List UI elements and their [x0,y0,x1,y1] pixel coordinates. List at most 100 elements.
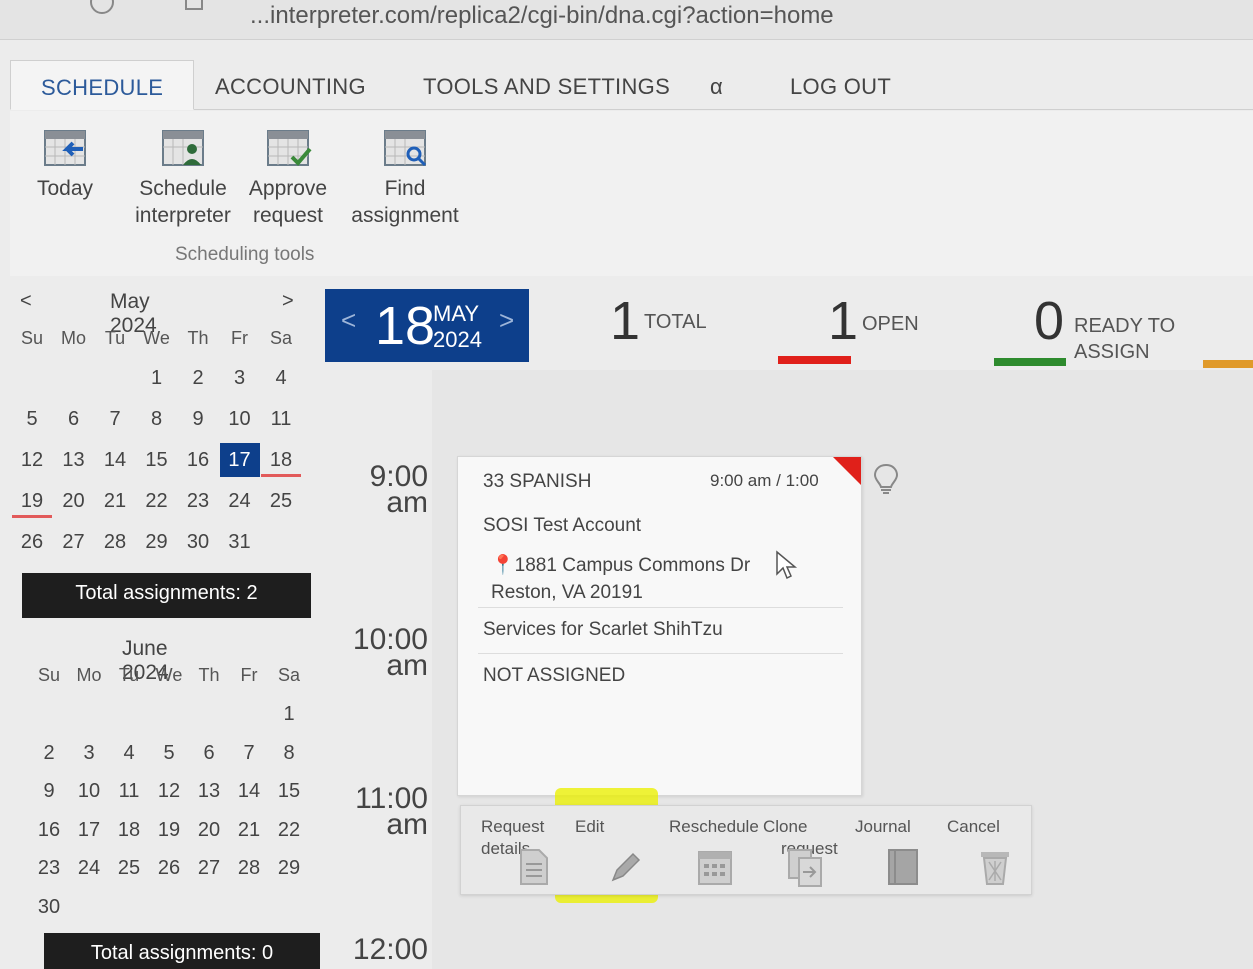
calendar-day[interactable]: 10 [220,402,260,436]
browser-url-bar[interactable]: ...interpreter.com/replica2/cgi-bin/dna.… [0,0,1253,40]
edit-label: Edit [575,817,605,836]
calendar-day[interactable]: 5 [12,402,52,436]
prev-day-button[interactable]: < [341,305,356,336]
calendar-day[interactable]: 3 [220,361,260,395]
calendar-day[interactable]: 12 [149,774,189,808]
calendar-day[interactable]: 17 [219,443,260,477]
calendar-day[interactable]: 14 [95,443,135,477]
journal-button[interactable]: Journal [855,806,925,894]
calendar-day[interactable]: 4 [261,361,301,395]
calendar-dow: Th [187,328,209,348]
calendar-day[interactable]: 7 [95,402,135,436]
calendar-day[interactable]: 2 [29,736,69,770]
today-button[interactable]: Today [32,127,98,202]
calendar-day[interactable]: 28 [229,851,269,885]
calendar-day[interactable]: 22 [269,813,309,847]
calendar-day[interactable]: 24 [69,851,109,885]
calendar-day[interactable]: 11 [109,774,149,808]
url-text[interactable]: ...interpreter.com/replica2/cgi-bin/dna.… [250,2,834,29]
find-assignment-button[interactable]: Find assignment [350,127,460,229]
calendar-day[interactable]: 26 [12,525,52,559]
calendar-day[interactable]: 27 [189,851,229,885]
calendar-day[interactable]: 29 [137,525,177,559]
assignment-title: 33 SPANISH [483,471,592,492]
clone-request-button[interactable]: Clone request [763,806,843,894]
calendar-day[interactable]: 8 [137,402,177,436]
calendar-day[interactable]: 16 [178,443,218,477]
calendar-day[interactable]: 6 [54,402,94,436]
assignment-card[interactable]: 33 SPANISH 9:00 am / 1:00 SOSI Test Acco… [457,456,862,796]
assignment-address-line2: Reston, VA 20191 [491,582,643,603]
approve-request-button[interactable]: Approve request [246,127,330,229]
calendar-day[interactable]: 23 [178,484,218,518]
cancel-button[interactable]: Cancel [947,806,1017,894]
calendar-day[interactable]: 11 [261,402,301,436]
calendar-day[interactable]: 13 [189,774,229,808]
calendar-day[interactable]: 9 [29,774,69,808]
calendar-day[interactable]: 14 [229,774,269,808]
next-day-button[interactable]: > [499,305,514,336]
tab-schedule[interactable]: SCHEDULE [10,60,195,110]
calendar-day[interactable]: 23 [29,851,69,885]
calendar-day[interactable]: 30 [178,525,218,559]
calendar-day[interactable]: 27 [54,525,94,559]
reload-icon[interactable] [90,0,114,14]
calendar-dow: Mo [76,665,102,685]
calendar-day[interactable]: 24 [220,484,260,518]
calendar-day[interactable]: 1 [269,697,309,731]
prev-month-button[interactable]: < [20,290,32,313]
calendar-day[interactable]: 26 [149,851,189,885]
assignment-address[interactable]: 📍1881 Campus Commons Dr [491,553,750,577]
calendar-day[interactable]: 13 [54,443,94,477]
calendar-day[interactable]: 15 [137,443,177,477]
tab-log-out[interactable]: LOG OUT [790,60,891,110]
calendar-day[interactable]: 20 [189,813,229,847]
calendar-day[interactable]: 3 [69,736,109,770]
next-month-button[interactable]: > [282,290,294,313]
journal-icon [888,849,918,885]
reschedule-button[interactable]: Reschedule [669,806,765,894]
schedule-interpreter-button[interactable]: Schedule interpreter [128,127,238,229]
stat-ready-label-2: ASSIGN [1074,341,1150,363]
calendar-day[interactable]: 25 [109,851,149,885]
request-details-button[interactable]: Request details [481,806,561,894]
calendar-dow: We [155,665,183,685]
calendar-day[interactable]: 20 [54,484,94,518]
edit-button[interactable]: Edit [575,806,655,894]
calendar-day[interactable]: 12 [12,443,52,477]
stat-total-label: TOTAL [644,311,707,333]
calendar-day[interactable]: 9 [178,402,218,436]
calendar-day[interactable]: 15 [269,774,309,808]
calendar-day[interactable]: 10 [69,774,109,808]
calendar-day[interactable]: 2 [178,361,218,395]
calendar-day[interactable]: 22 [137,484,177,518]
calendar-dow: Fr [240,665,258,685]
calendar-day[interactable]: 6 [189,736,229,770]
lightbulb-icon[interactable] [872,462,900,496]
tab-tools-and-settings[interactable]: TOOLS AND SETTINGS [423,60,670,110]
calendar-day[interactable]: 5 [149,736,189,770]
tab-alpha[interactable]: α [710,60,723,110]
stat-next-bar [1203,360,1253,368]
calendar-day[interactable]: 28 [95,525,135,559]
trash-icon [981,852,1009,885]
calendar-day[interactable]: 31 [220,525,260,559]
calendar-day[interactable]: 1 [137,361,177,395]
calendar-day[interactable]: 8 [269,736,309,770]
calendar-day[interactable]: 21 [95,484,135,518]
calendar-day[interactable]: 30 [29,890,69,924]
find-label-1: Find [384,177,426,200]
calendar-day[interactable]: 21 [229,813,269,847]
calendar-day[interactable]: 19 [149,813,189,847]
tab-accounting[interactable]: ACCOUNTING [215,60,366,110]
calendar-day[interactable]: 18 [261,443,301,477]
calendar-day[interactable]: 16 [29,813,69,847]
calendar-day[interactable]: 4 [109,736,149,770]
calendar-day[interactable]: 29 [269,851,309,885]
calendar-day[interactable]: 19 [12,484,52,518]
calendar-day[interactable]: 25 [261,484,301,518]
calendar-day[interactable]: 18 [109,813,149,847]
calendar-day[interactable]: 7 [229,736,269,770]
calendar-day[interactable]: 17 [69,813,109,847]
calendar-check-icon [267,130,312,166]
